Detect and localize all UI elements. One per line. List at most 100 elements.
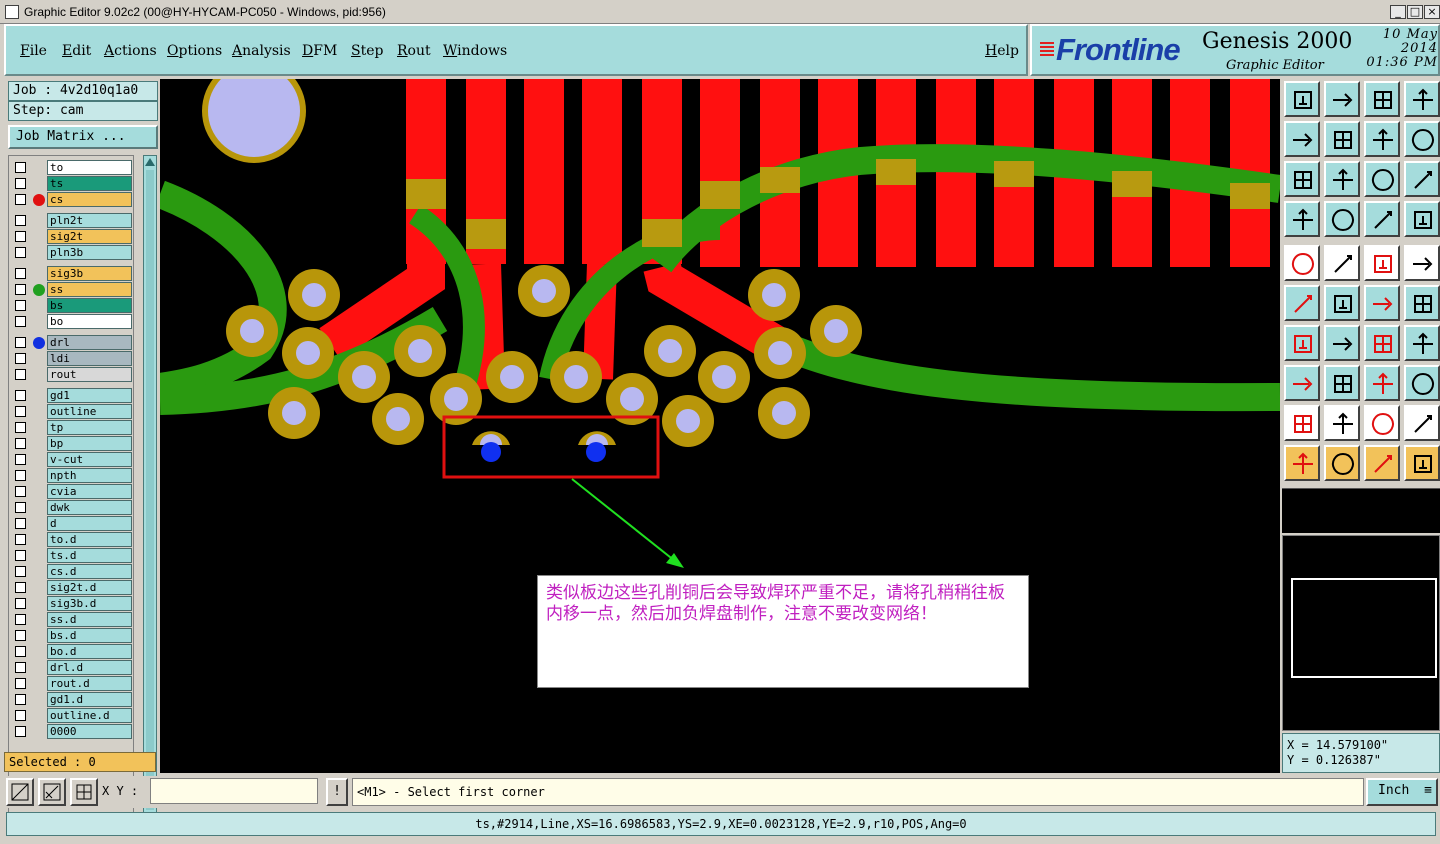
layer-row[interactable]: cs — [9, 192, 133, 207]
layer-label[interactable]: tp — [47, 420, 132, 435]
layer-checkbox[interactable] — [15, 231, 26, 242]
snap-pad-icon[interactable] — [1284, 365, 1320, 401]
undo-view-icon[interactable] — [1364, 121, 1400, 157]
layer-checkbox[interactable] — [15, 268, 26, 279]
layer-label[interactable]: ss.d — [47, 612, 132, 627]
layer-row[interactable]: sig2t.d — [9, 580, 133, 595]
layer-label[interactable]: ts — [47, 176, 132, 191]
layer-row[interactable]: ts.d — [9, 548, 133, 563]
layer-label[interactable]: v-cut — [47, 452, 132, 467]
pointer-rotate-icon[interactable] — [1364, 445, 1400, 481]
scale-1-2-icon[interactable] — [1364, 161, 1400, 197]
layer-label[interactable]: pln2t — [47, 213, 132, 228]
minimize-button[interactable]: _ — [1390, 5, 1406, 19]
layer-checkbox[interactable] — [15, 726, 26, 737]
layer-label[interactable]: sig3b.d — [47, 596, 132, 611]
layer-checkbox[interactable] — [15, 662, 26, 673]
job-matrix-button[interactable]: Job Matrix ... — [8, 125, 158, 149]
layer-row[interactable]: sig3b.d — [9, 596, 133, 611]
layer-row[interactable]: ss — [9, 282, 133, 297]
layer-checkbox[interactable] — [15, 337, 26, 348]
home-icon[interactable] — [1364, 81, 1400, 117]
layer-row[interactable]: cvia — [9, 484, 133, 499]
layer-checkbox[interactable] — [15, 438, 26, 449]
probe-icon[interactable] — [1324, 201, 1360, 237]
execute-button[interactable]: ! — [326, 778, 348, 806]
layer-row[interactable]: 0000 — [9, 724, 133, 739]
net-select-icon[interactable] — [1364, 201, 1400, 237]
triangle-a-icon[interactable] — [1284, 405, 1320, 441]
layer-checkbox[interactable] — [15, 454, 26, 465]
layer-checkbox[interactable] — [15, 353, 26, 364]
layer-checkbox[interactable] — [15, 215, 26, 226]
pointer-icon[interactable] — [1284, 445, 1320, 481]
menu-actions[interactable]: Actions — [104, 43, 157, 59]
delete-icon[interactable] — [1324, 285, 1360, 321]
layer-checkbox[interactable] — [15, 678, 26, 689]
layer-list[interactable]: to ts cs pln2t sig2t pln3b sig3b ss bs bo drl ldi ro… — [8, 155, 134, 825]
help-query-icon[interactable] — [1404, 161, 1440, 197]
layer-label[interactable]: dwk — [47, 500, 132, 515]
layer-list-scrollbar[interactable] — [143, 155, 157, 825]
layer-label[interactable]: pln3b — [47, 245, 132, 260]
select-pad-icon[interactable] — [1284, 245, 1320, 281]
zoom-fit-icon[interactable] — [1284, 161, 1320, 197]
layer-row[interactable]: npth — [9, 468, 133, 483]
layer-row[interactable]: pln3b — [9, 245, 133, 260]
layer-row[interactable]: drl.d — [9, 660, 133, 675]
edit-shape-icon[interactable] — [1324, 245, 1360, 281]
layer-checkbox[interactable] — [15, 550, 26, 561]
measure-icon[interactable] — [38, 778, 66, 806]
layer-label[interactable]: d — [47, 516, 132, 531]
layer-checkbox[interactable] — [15, 646, 26, 657]
center-mark-icon[interactable] — [1404, 245, 1440, 281]
layer-row[interactable]: ts — [9, 176, 133, 191]
layer-up-icon[interactable] — [1284, 81, 1320, 117]
split-view-icon[interactable] — [1404, 81, 1440, 117]
layer-checkbox[interactable] — [15, 582, 26, 593]
menu-dfm[interactable]: DFM — [302, 43, 337, 59]
pan-right-icon[interactable] — [1324, 121, 1360, 157]
menu-edit[interactable]: Edit — [62, 43, 91, 59]
layer-label[interactable]: bp — [47, 436, 132, 451]
menu-windows[interactable]: Windows — [443, 43, 507, 59]
layer-label[interactable]: bo — [47, 314, 132, 329]
group-icon[interactable] — [1404, 365, 1440, 401]
layer-checkbox[interactable] — [15, 162, 26, 173]
menu-help[interactable]: Help — [985, 43, 1019, 59]
menu-step[interactable]: Step — [351, 43, 383, 59]
menu-options[interactable]: Options — [167, 43, 222, 59]
layer-row[interactable]: dwk — [9, 500, 133, 515]
layer-checkbox[interactable] — [15, 422, 26, 433]
layer-row[interactable]: ldi — [9, 351, 133, 366]
maximize-button[interactable]: □ — [1407, 5, 1423, 19]
grid-icon[interactable] — [70, 778, 98, 806]
layer-row[interactable]: cs.d — [9, 564, 133, 579]
pan-left-icon[interactable] — [1284, 121, 1320, 157]
layer-label[interactable]: ts.d — [47, 548, 132, 563]
resize-icon[interactable] — [1364, 365, 1400, 401]
layer-checkbox[interactable] — [15, 178, 26, 189]
triangle-b-icon[interactable] — [1324, 405, 1360, 441]
layer-row[interactable]: bp — [9, 436, 133, 451]
layer-row[interactable]: bo — [9, 314, 133, 329]
layer-checkbox[interactable] — [15, 694, 26, 705]
pointer-select-icon[interactable] — [1324, 445, 1360, 481]
layer-row[interactable]: outline.d — [9, 708, 133, 723]
layer-checkbox[interactable] — [15, 534, 26, 545]
layer-checkbox[interactable] — [15, 630, 26, 641]
zoom-center-icon[interactable] — [1324, 161, 1360, 197]
units-selector[interactable]: Inch ≡ — [1366, 778, 1438, 806]
layer-checkbox[interactable] — [15, 598, 26, 609]
layer-checkbox[interactable] — [15, 369, 26, 380]
layer-checkbox[interactable] — [15, 566, 26, 577]
move-icon[interactable] — [1364, 285, 1400, 321]
layer-label[interactable]: rout.d — [47, 676, 132, 691]
layer-label[interactable]: sig2t.d — [47, 580, 132, 595]
net-highlight-icon[interactable] — [1404, 201, 1440, 237]
menu-file[interactable]: File — [20, 43, 47, 59]
layer-row[interactable]: to — [9, 160, 133, 175]
layer-label[interactable]: gd1.d — [47, 692, 132, 707]
layer-row[interactable]: d — [9, 516, 133, 531]
layer-label[interactable]: rout — [47, 367, 132, 382]
